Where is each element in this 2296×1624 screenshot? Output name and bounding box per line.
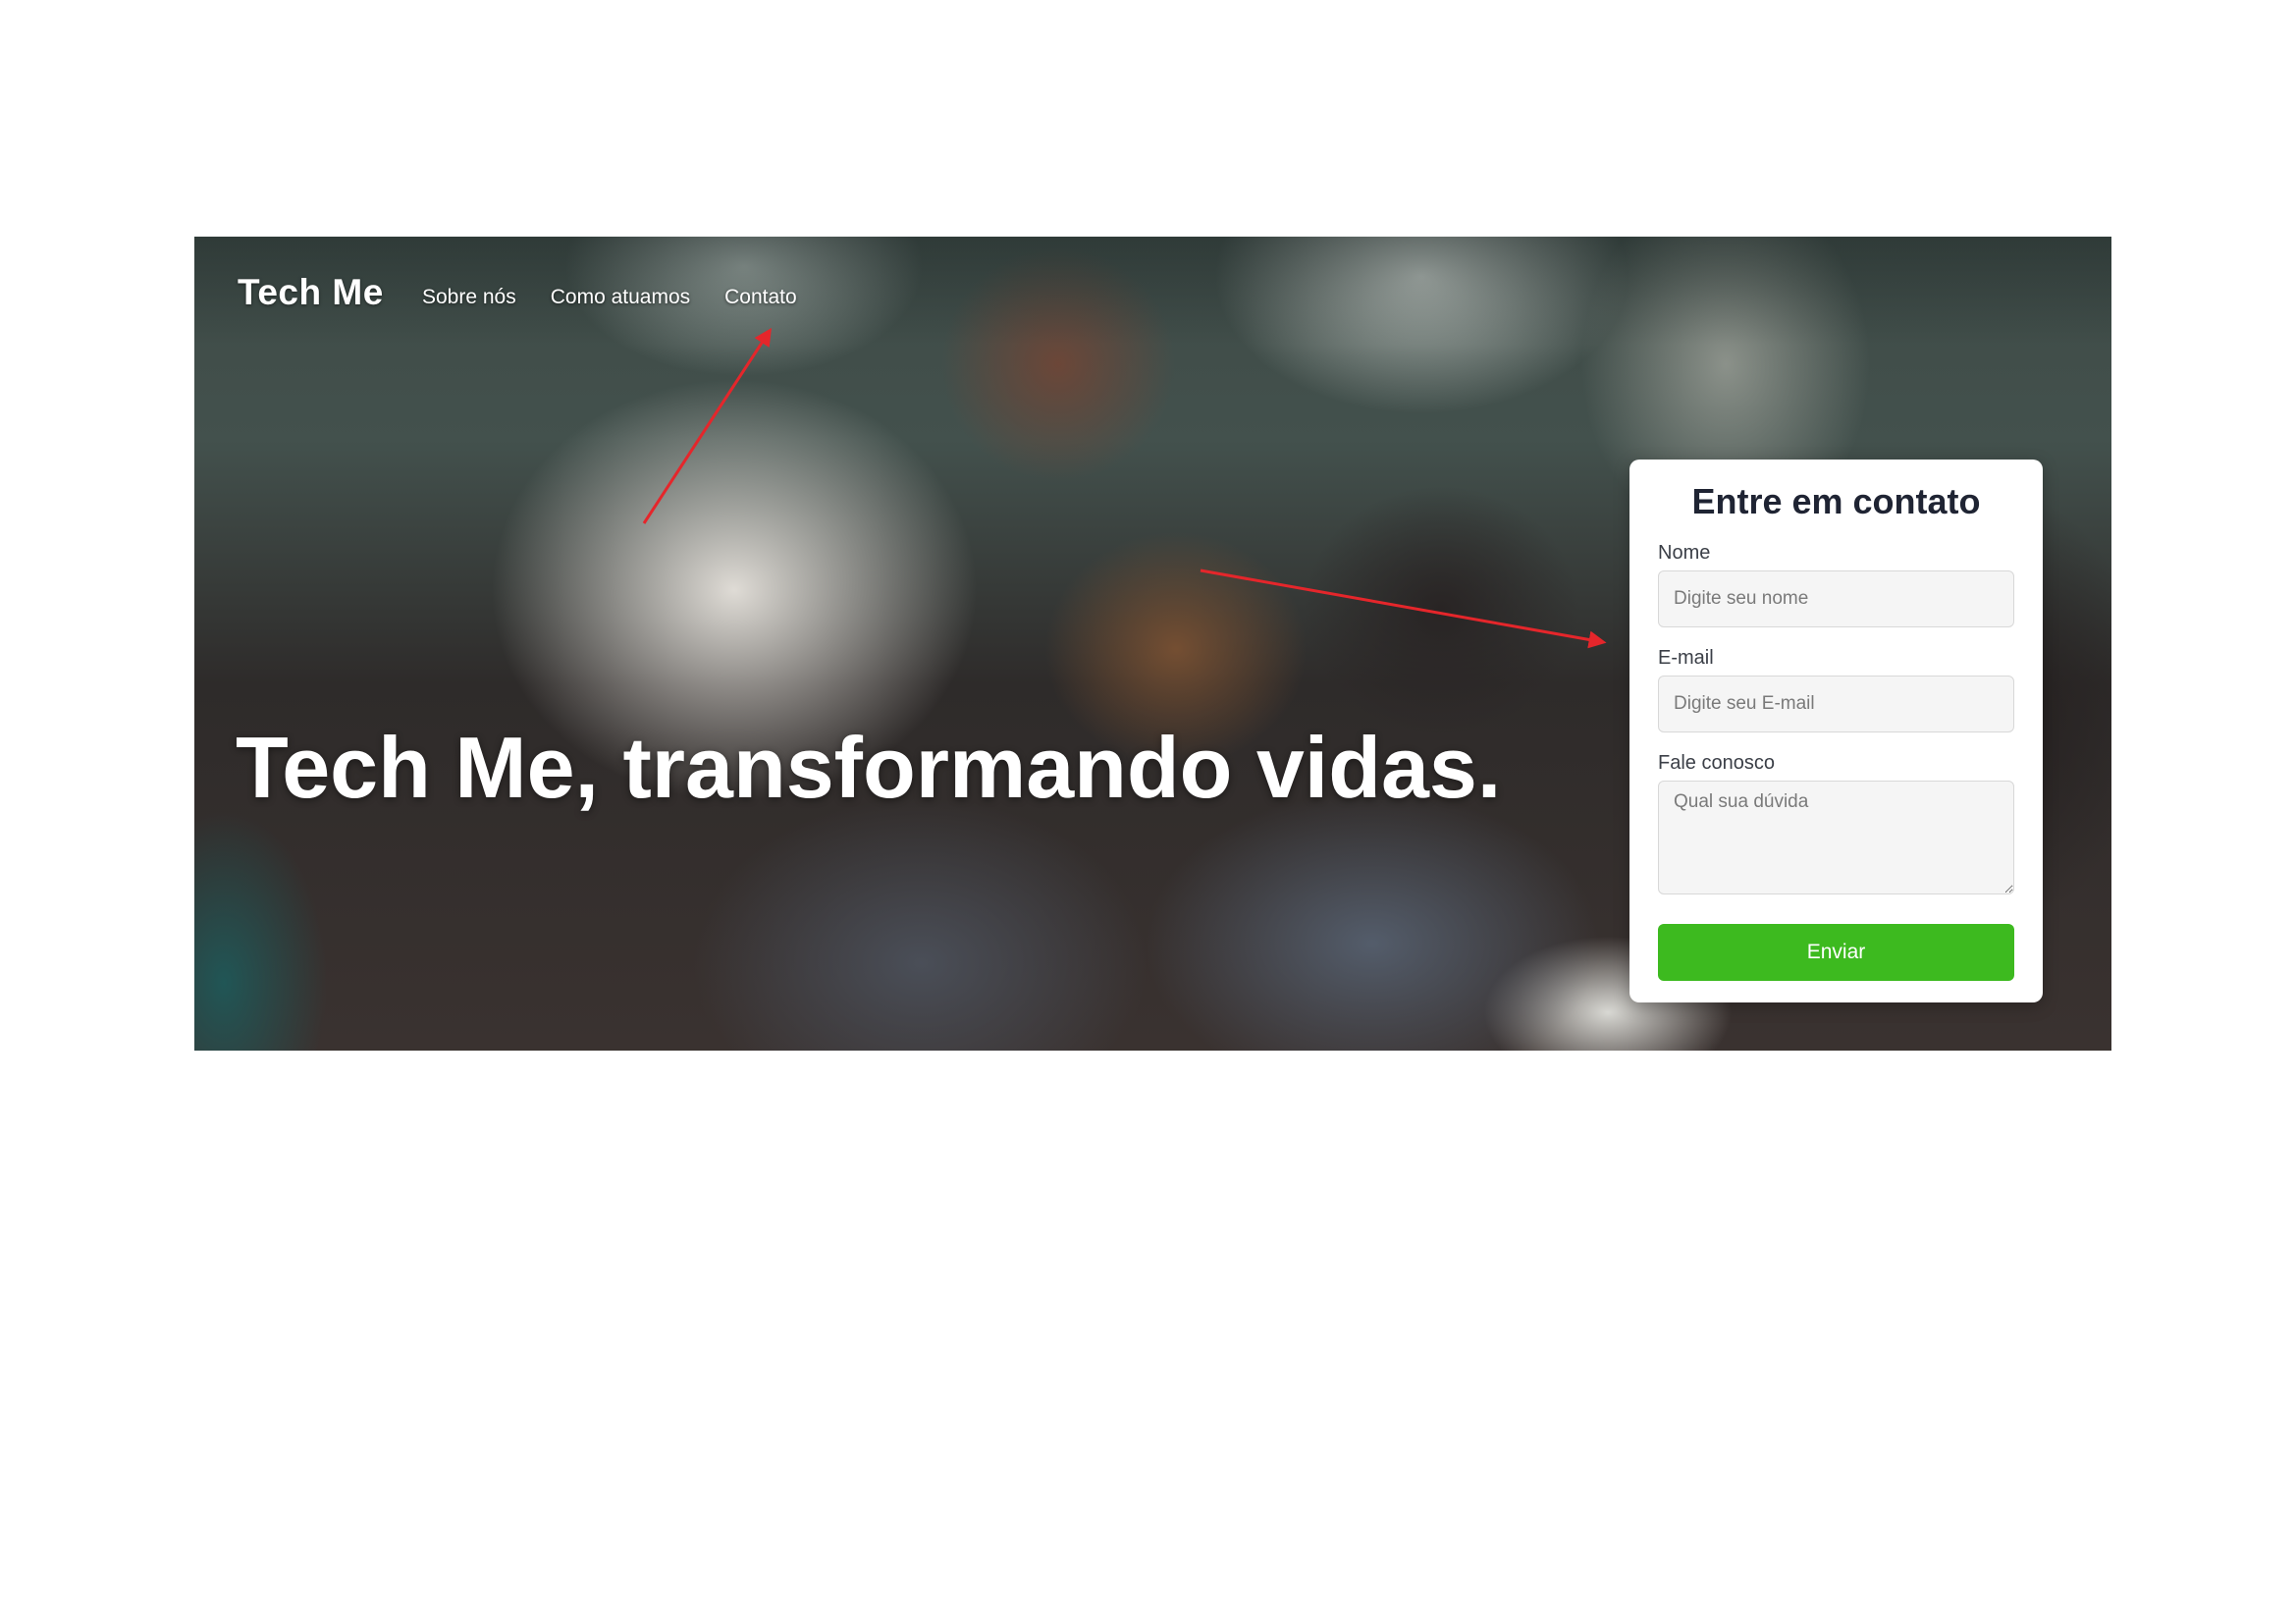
message-label: Fale conosco: [1658, 752, 1775, 774]
hero-section: Tech Me Sobre nós Como atuamos Contato T…: [194, 237, 2111, 1051]
email-input[interactable]: [1658, 676, 2014, 732]
contact-form-title: Entre em contato: [1691, 481, 1981, 521]
submit-button[interactable]: Enviar: [1658, 924, 2014, 981]
name-input[interactable]: [1658, 570, 2014, 627]
annotation-arrow-to-contato: [642, 327, 772, 524]
email-label: E-mail: [1658, 647, 1714, 669]
name-label: Nome: [1658, 542, 1711, 564]
message-textarea[interactable]: [1658, 781, 2014, 894]
contact-form: Entre em contato Nome E-mail Fale conosc…: [1629, 460, 2043, 1002]
annotation-arrow-to-form: [1200, 568, 1607, 649]
